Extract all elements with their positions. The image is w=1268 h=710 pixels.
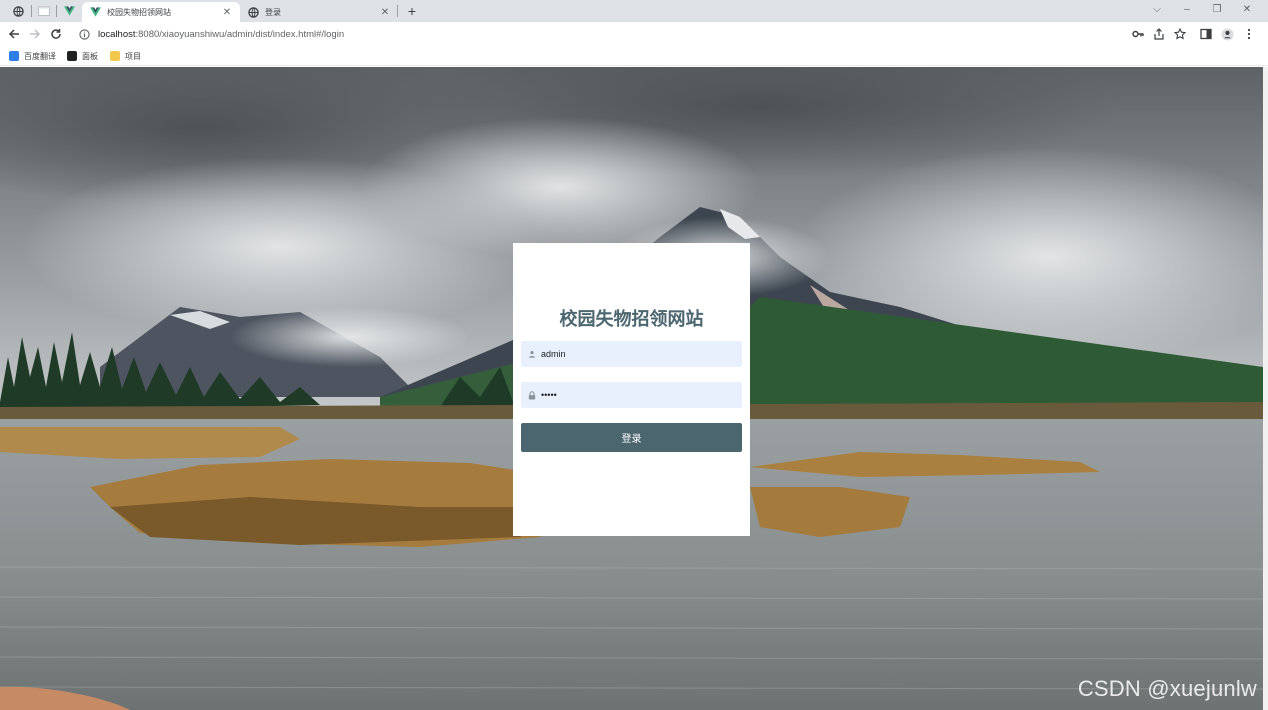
vue-icon bbox=[63, 6, 75, 16]
page-icon bbox=[38, 6, 50, 16]
bookmark-label: 百度翻译 bbox=[24, 51, 56, 61]
close-window-button[interactable]: ✕ bbox=[1236, 2, 1258, 18]
back-button[interactable] bbox=[6, 26, 22, 42]
bookmarks-bar: 百度翻译 面板 项目 bbox=[0, 46, 1268, 66]
menu-kebab-icon[interactable] bbox=[1242, 27, 1256, 41]
password-field[interactable] bbox=[521, 382, 742, 408]
lock-icon bbox=[527, 390, 537, 400]
pinned-tab-globe[interactable] bbox=[9, 3, 27, 19]
bookmark-label: 项目 bbox=[125, 51, 141, 61]
url-host: localhost bbox=[98, 28, 136, 40]
login-card: 校园失物招领网站 登录 bbox=[513, 243, 750, 536]
watermark: CSDN @xuejunlw bbox=[1077, 676, 1257, 701]
pinned-tab-blank[interactable] bbox=[35, 3, 53, 19]
address-bar[interactable]: localhost:8080/xiaoyuanshiwu/admin/dist/… bbox=[72, 24, 1192, 44]
minimize-button[interactable]: – bbox=[1176, 2, 1198, 18]
side-panel-icon[interactable] bbox=[1199, 27, 1213, 41]
tab-separator bbox=[56, 5, 57, 17]
tab-login[interactable]: 登录 ✕ bbox=[240, 2, 398, 22]
reload-button[interactable] bbox=[48, 26, 64, 42]
globe-icon bbox=[12, 5, 24, 17]
password-input[interactable] bbox=[541, 390, 731, 400]
tab-search-icon[interactable]: ⌵ bbox=[1146, 2, 1168, 18]
globe-icon bbox=[248, 6, 259, 18]
tab-active[interactable]: 校园失物招领网站 ✕ bbox=[82, 2, 240, 22]
login-title: 校园失物招领网站 bbox=[559, 309, 704, 329]
page-viewport: 校园失物招领网站 登录 CSDN @xuejunlw bbox=[0, 67, 1263, 710]
arrow-right-icon bbox=[30, 29, 41, 39]
bookmark-baidu-translate[interactable]: 百度翻译 bbox=[9, 49, 56, 63]
pinned-tab-vue[interactable] bbox=[60, 3, 78, 19]
share-icon[interactable] bbox=[1152, 27, 1166, 41]
forward-button[interactable] bbox=[27, 26, 43, 42]
star-icon[interactable] bbox=[1173, 27, 1187, 41]
tab-title: 校园失物招领网站 bbox=[107, 7, 171, 17]
panel-icon bbox=[67, 51, 77, 61]
translate-icon bbox=[9, 51, 19, 61]
page-scrollbar[interactable] bbox=[1263, 67, 1268, 710]
url-path: :8080/xiaoyuanshiwu/admin/dist/index.htm… bbox=[135, 28, 345, 40]
tab-separator bbox=[397, 5, 398, 17]
bookmark-folder-projects[interactable]: 项目 bbox=[110, 49, 141, 63]
username-field[interactable] bbox=[521, 341, 742, 367]
tab-separator bbox=[31, 5, 32, 17]
browser-toolbar: localhost:8080/xiaoyuanshiwu/admin/dist/… bbox=[0, 22, 1268, 46]
user-icon bbox=[527, 349, 537, 359]
username-input[interactable] bbox=[541, 349, 731, 359]
bookmark-panel[interactable]: 面板 bbox=[67, 49, 98, 63]
login-button[interactable]: 登录 bbox=[521, 423, 742, 452]
vue-icon bbox=[90, 7, 101, 18]
restore-button[interactable]: ❐ bbox=[1206, 2, 1228, 18]
key-icon[interactable] bbox=[1131, 27, 1145, 41]
arrow-left-icon bbox=[8, 29, 19, 39]
reload-icon bbox=[51, 29, 61, 39]
close-icon[interactable]: ✕ bbox=[222, 7, 232, 18]
close-icon[interactable]: ✕ bbox=[380, 7, 390, 18]
tab-strip: 校园失物招领网站 ✕ 登录 ✕ + ⌵ – ❐ ✕ bbox=[0, 0, 1268, 22]
info-icon[interactable] bbox=[78, 28, 90, 40]
profile-avatar-icon[interactable] bbox=[1220, 27, 1234, 41]
new-tab-button[interactable]: + bbox=[404, 3, 420, 19]
tab-title: 登录 bbox=[265, 7, 281, 17]
folder-icon bbox=[110, 51, 120, 61]
bookmark-label: 面板 bbox=[82, 51, 98, 61]
